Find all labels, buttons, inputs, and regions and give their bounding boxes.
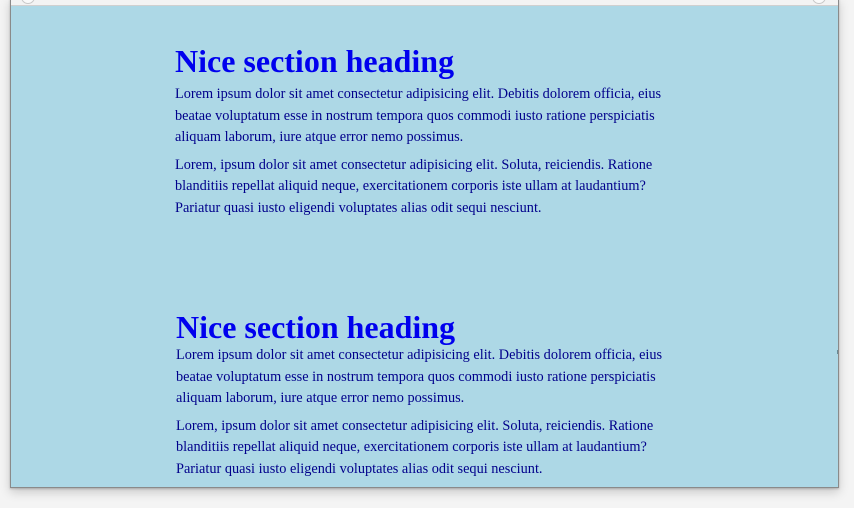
browser-viewport[interactable]: Nice section heading Lorem ipsum dolor s… bbox=[10, 0, 839, 488]
browser-chrome-edge bbox=[11, 0, 838, 6]
desktop-background: Nice section heading Lorem ipsum dolor s… bbox=[0, 0, 854, 508]
section-heading: Nice section heading bbox=[175, 43, 455, 79]
content-section-1: Nice section heading Lorem ipsum dolor s… bbox=[175, 43, 675, 219]
content-section-2: Nice section heading Lorem ipsum dolor s… bbox=[176, 309, 676, 480]
section-paragraph: Lorem ipsum dolor sit amet consectetur a… bbox=[175, 86, 662, 145]
section-heading: Nice section heading bbox=[176, 309, 456, 345]
section-paragraph: Lorem, ipsum dolor sit amet consectetur … bbox=[175, 156, 653, 216]
scrollbar-marker bbox=[837, 350, 838, 354]
back-button-edge[interactable] bbox=[21, 0, 35, 4]
menu-button-edge[interactable] bbox=[812, 0, 826, 4]
section-paragraph: Lorem, ipsum dolor sit amet consectetur … bbox=[176, 417, 654, 477]
section-paragraph: Lorem ipsum dolor sit amet consectetur a… bbox=[176, 347, 663, 406]
